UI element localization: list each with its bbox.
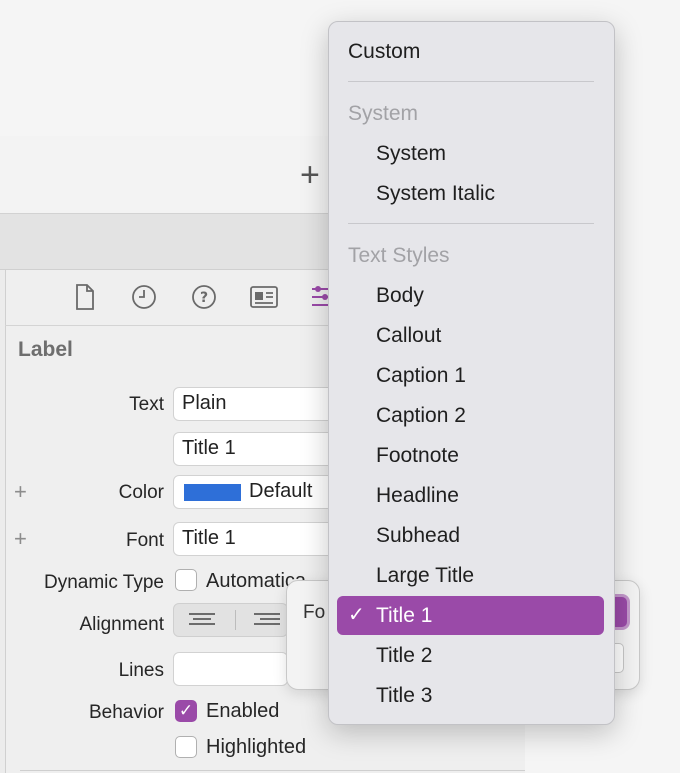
enabled-label: Enabled (206, 700, 280, 722)
menu-header-text-styles: Text Styles (348, 244, 450, 267)
text-popup[interactable]: Plain (173, 387, 343, 421)
menu-item-system[interactable]: System (376, 134, 446, 174)
menu-item-body[interactable]: Body (376, 276, 424, 316)
color-popup[interactable]: Default (173, 475, 343, 509)
checkmark-icon: ✓ (348, 604, 365, 626)
menu-item-caption-1[interactable]: Caption 1 (376, 356, 466, 396)
dynamic-type-checkbox[interactable] (175, 569, 197, 591)
text-label: Text (129, 394, 164, 415)
menu-item-subhead[interactable]: Subhead (376, 516, 460, 556)
font-label: Font (125, 530, 164, 551)
alignment-divider (235, 610, 236, 630)
lines-field[interactable] (173, 652, 288, 686)
color-swatch (184, 484, 241, 501)
font-field[interactable]: Title 1 (173, 522, 343, 556)
file-icon[interactable] (70, 282, 100, 312)
menu-item-large-title[interactable]: Large Title (376, 556, 474, 596)
text-field[interactable]: Title 1 (173, 432, 343, 466)
add-icon[interactable]: + (300, 158, 320, 192)
color-value: Default (249, 480, 313, 502)
menu-item-system-italic[interactable]: System Italic (376, 174, 495, 214)
menu-item-title-1[interactable]: Title 1 (376, 596, 432, 636)
menu-item-headline[interactable]: Headline (376, 476, 459, 516)
alignment-label: Alignment (79, 614, 165, 635)
lines-label: Lines (118, 660, 164, 681)
align-center-icon[interactable] (252, 612, 282, 633)
highlighted-checkbox[interactable] (175, 736, 197, 758)
menu-item-custom[interactable]: Custom (348, 32, 420, 72)
color-label: Color (118, 482, 164, 503)
menu-item-title-3[interactable]: Title 3 (376, 676, 432, 716)
section-title: Label (18, 338, 73, 361)
popover-font-label: Fo (303, 602, 326, 623)
highlighted-label: Highlighted (206, 736, 307, 758)
enabled-checkbox[interactable]: ✓ (175, 700, 197, 722)
help-icon[interactable]: ? (189, 282, 219, 312)
menu-item-caption-2[interactable]: Caption 2 (376, 396, 466, 436)
menu-item-title-2[interactable]: Title 2 (376, 636, 432, 676)
svg-text:?: ? (200, 290, 208, 306)
menu-header-system: System (348, 102, 419, 125)
menu-separator (348, 223, 594, 224)
menu-item-footnote[interactable]: Footnote (376, 436, 459, 476)
align-left-icon[interactable] (187, 612, 217, 633)
divider (20, 770, 525, 771)
menu-separator (348, 81, 594, 82)
dynamic-type-label: Dynamic Type (43, 572, 164, 593)
history-icon[interactable] (129, 282, 159, 312)
menu-item-callout[interactable]: Callout (376, 316, 441, 356)
behavior-label: Behavior (89, 702, 164, 723)
identity-icon[interactable] (249, 282, 279, 312)
